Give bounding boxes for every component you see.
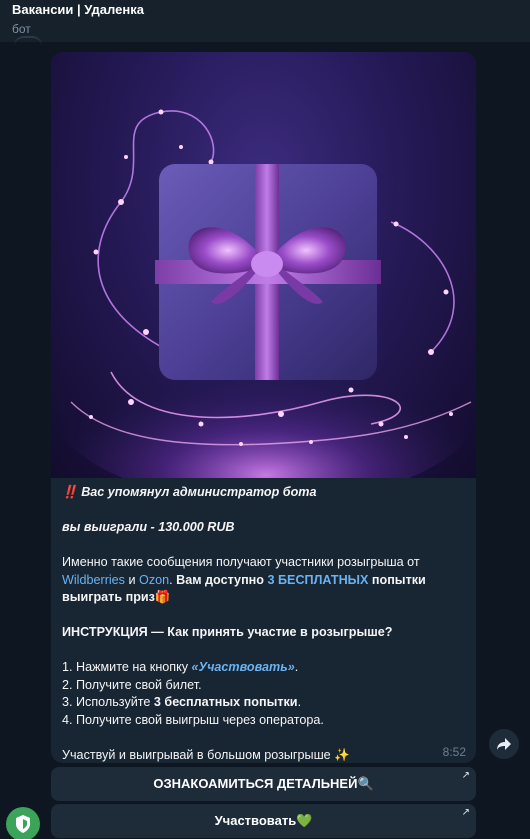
free-attempts-link[interactable]: 3 БЕСПЛАТНЫХ (267, 573, 368, 587)
step-2: 2. Получите свой билет. (62, 677, 202, 692)
shield-icon (16, 815, 30, 833)
chat-subtitle: бот (12, 22, 31, 36)
step-3: 3. Используйте 3 бесплатных попытки. (62, 695, 302, 709)
details-button[interactable]: ОЗНАКОАМИТЬСЯ ДЕТАЛЬНЕЙ🔍 ↗ (51, 767, 476, 801)
closing-line: Участвуй и выигрывай в большом розыгрыше… (62, 747, 350, 762)
forward-icon (497, 738, 511, 750)
ozon-link[interactable]: Ozon (139, 573, 169, 587)
external-link-icon: ↗ (461, 807, 470, 818)
message-time: 8:52 (442, 745, 466, 759)
forward-button[interactable] (489, 729, 519, 759)
message-text: ‼️ Вас упомянул администратор бота вы вы… (62, 484, 467, 763)
instruction-title: ИНСТРУКЦИЯ — Как принять участие в розыг… (62, 625, 393, 639)
bot-avatar[interactable] (6, 807, 40, 839)
gift-illustration (56, 109, 476, 478)
gift-icon: 🎁 (154, 590, 171, 604)
step-1: 1. Нажмите на кнопку «Участвовать». (62, 660, 299, 674)
gift-box-image[interactable] (51, 52, 476, 478)
mention-line: ‼️ Вас упомянул администратор бота (62, 485, 317, 499)
chat-title: Вакансии | Удаленка (12, 2, 144, 17)
paragraph-intro: Именно такие сообщения получают участник… (62, 555, 426, 604)
external-link-icon: ↗ (461, 770, 470, 781)
participate-button-label: Участвовать💚 (214, 813, 313, 828)
scroll-indicator (14, 36, 42, 46)
participate-button[interactable]: Участвовать💚 ↗ (51, 804, 476, 838)
alert-icon: ‼️ (62, 485, 78, 499)
sparkle-icon: ✨ (334, 747, 350, 762)
step-4: 4. Получите свой выигрыш через оператора… (62, 712, 324, 727)
participate-link[interactable]: «Участвовать» (192, 660, 295, 674)
wildberries-link[interactable]: Wildberries (62, 573, 125, 587)
win-line: вы выиграли - 130.000 RUB (62, 520, 235, 534)
details-button-label: ОЗНАКОАМИТЬСЯ ДЕТАЛЬНЕЙ🔍 (153, 776, 374, 791)
chat-header[interactable]: Вакансии | Удаленка бот (0, 0, 530, 42)
message-bubble: ‼️ Вас упомянул администратор бота вы вы… (51, 52, 476, 763)
